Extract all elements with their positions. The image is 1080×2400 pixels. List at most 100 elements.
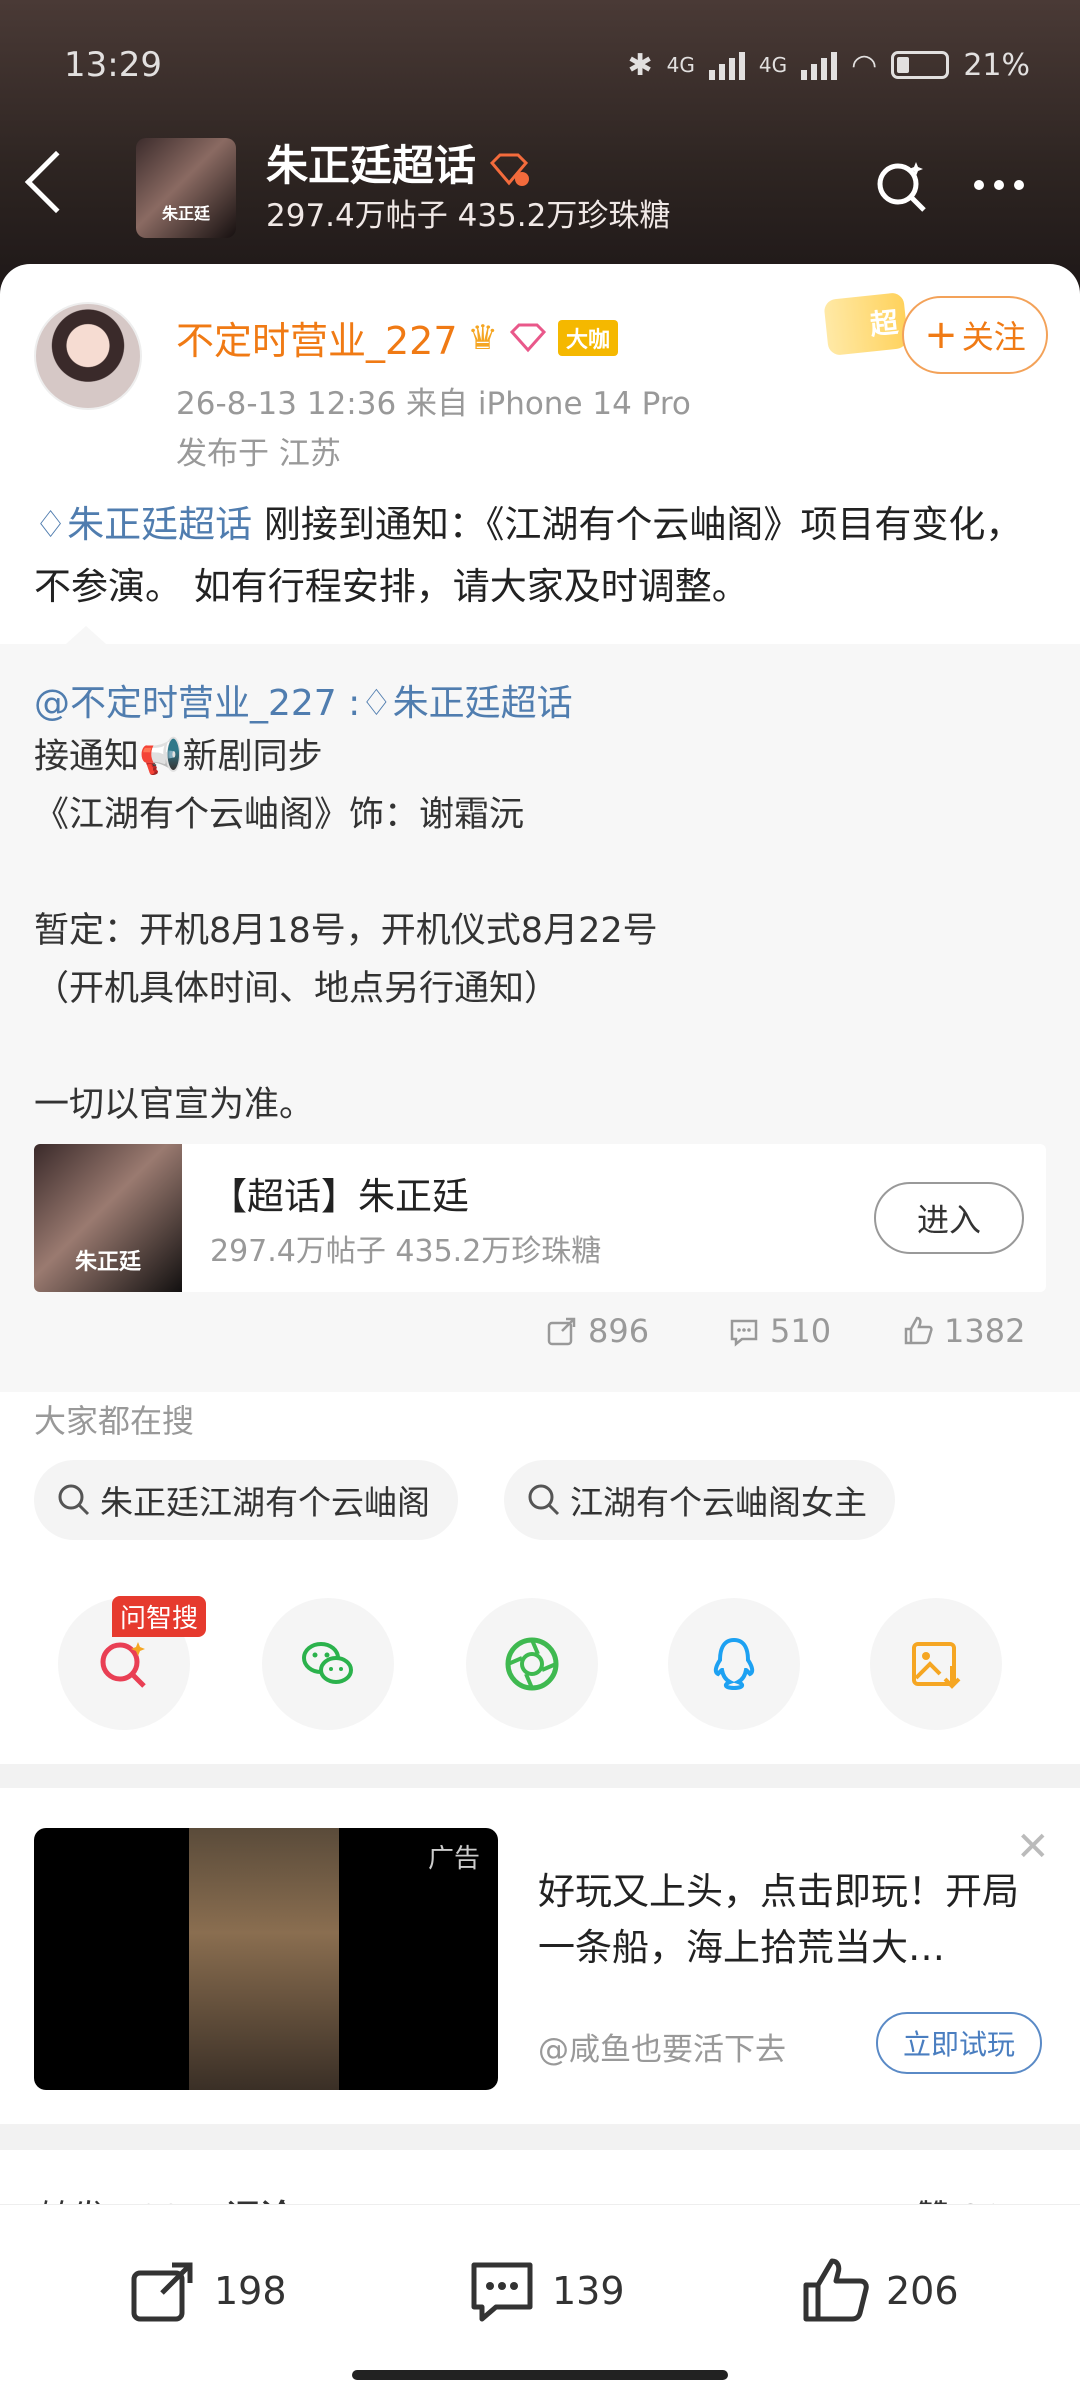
retweet-repost[interactable]: 896 [546,1312,649,1350]
ad-author: @咸鱼也要活下去 [538,2032,786,2068]
page-subtitle: 297.4万帖子 435.2万珍珠糖 [266,198,671,234]
back-icon[interactable] [24,150,88,214]
expert-badge: 大咖 [558,319,619,356]
comment-icon [730,1319,758,1347]
like-icon [904,1316,933,1345]
ad-text[interactable]: 好玩又上头，点击即玩！开局一条船，海上拾荒当大… [538,1864,1038,1976]
avatar[interactable] [34,302,142,410]
title-text: 朱正廷超话 [266,141,477,190]
like-count: 206 [886,2269,959,2313]
supertopic-card-title: 【超话】朱正廷 [210,1175,469,1218]
home-indicator[interactable] [352,2370,728,2380]
wifi-icon: ◠ [851,47,878,83]
diamond-icon: ♢ [360,683,393,724]
page-title: 朱正廷超话 [266,132,530,193]
repost-count: 896 [588,1312,650,1350]
retweet-line: （开机具体时间、地点另行通知） [34,969,560,1009]
search-chip[interactable]: 朱正廷江湖有个云岫阁 [34,1460,458,1540]
level-gem-icon [488,148,530,186]
retweet-line: 暂定：开机8月18号，开机仪式8月22号 [34,911,658,951]
comment-count: 510 [770,1312,832,1350]
retweet-line: 接通知📢新剧同步 [34,737,323,777]
retweet-like[interactable]: 1382 [902,1312,1025,1350]
retweet-block[interactable]: @不定时营业_227 :♢朱正廷超话 接通知📢新剧同步 《江湖有个云岫阁》饰：谢… [0,626,1080,1392]
retweet-header[interactable]: @不定时营业_227 :♢朱正廷超话 [34,674,573,726]
repost-icon [547,1317,576,1346]
retweet-comment[interactable]: 510 [728,1312,831,1350]
retweet-sep: : [336,683,361,724]
try-now-button[interactable]: 立即试玩 [876,2012,1042,2074]
clock: 13:29 [64,45,162,85]
search-icon[interactable] [872,156,932,216]
cover-text: 朱正廷 [161,204,210,223]
more-icon[interactable] [974,180,1024,190]
qq-icon [713,1637,755,1691]
post-text: ♢朱正廷超话 刚接到通知：《江湖有个云岫阁》项目有变化，不参演。 如有行程安排，… [34,494,1044,618]
diamond-icon: ♢ [34,503,68,546]
retweet-text: 接通知📢新剧同步 《江湖有个云岫阁》饰：谢霜沅 暂定：开机8月18号，开机仪式8… [34,728,658,1134]
battery-level: 21% [963,47,1030,83]
search-icon [528,1484,560,1516]
network-label-2: 4G [758,53,788,77]
comment-count: 139 [552,2269,625,2313]
repost-count: 198 [214,2269,287,2313]
ask-search-icon [100,1642,146,1688]
topic-text: 朱正廷超话 [67,503,253,546]
ask-search-tag: 问智搜 [112,1596,207,1637]
qq-share-button[interactable] [668,1598,800,1730]
follow-label: 关注 [961,318,1026,356]
like-button[interactable]: 206 [800,2255,959,2327]
bluetooth-icon: ✱ [627,47,653,83]
like-count: 1382 [944,1312,1026,1350]
supertopic-card[interactable]: 朱正廷 【超话】朱正廷 297.4万帖子 435.2万珍珠糖 进入 [34,1144,1046,1292]
battery-icon [891,51,950,79]
repost-button[interactable]: 198 [128,2255,287,2327]
moments-share-button[interactable] [466,1598,598,1730]
retweet-topic[interactable]: 朱正廷超话 [393,683,573,724]
post-author[interactable]: 不定时营业_227 ♛ 大咖 [176,310,619,365]
follow-button[interactable]: + 关注 [902,296,1048,374]
status-bar: 13:29 ✱ 4G 4G ◠ 21% [64,40,1030,90]
vip-gem-icon [509,323,547,352]
ad-scene-image [189,1828,339,2090]
search-chip-label: 江湖有个云岫阁女主 [570,1483,867,1522]
username[interactable]: 不定时营业_227 [176,310,458,365]
supertopic-card-stats: 297.4万帖子 435.2万珍珠糖 [210,1234,602,1269]
retweet-user[interactable]: @不定时营业_227 [34,683,337,724]
search-chip[interactable]: 江湖有个云岫阁女主 [504,1460,895,1540]
enter-button[interactable]: 进入 [874,1182,1024,1254]
wechat-icon [302,1642,353,1684]
trending-search-title: 大家都在搜 [34,1402,195,1440]
retweet-line: 《江湖有个云岫阁》饰：谢霜沅 [34,795,525,835]
header-bar: 13:29 ✱ 4G 4G ◠ 21% 朱正廷 朱正廷超话 297.4万帖子 4… [0,0,1080,300]
topic-link[interactable]: ♢朱正廷超话 [34,503,252,546]
save-image-icon [912,1642,961,1689]
signal-icon-2 [801,50,838,80]
ad-label: 广告 [427,1844,480,1874]
repost-icon [131,2262,193,2322]
like-icon [803,2258,869,2322]
search-chip-label: 朱正廷江湖有个云岫阁 [100,1483,430,1522]
supertopic-card-cover: 朱正廷 [34,1144,182,1292]
supertopic-deco: 超 [823,291,909,357]
ad-card[interactable]: 广告 ✕ 好玩又上头，点击即玩！开局一条船，海上拾荒当大… @咸鱼也要活下去 立… [0,1788,1080,2124]
cover-text: 朱正廷 [74,1250,141,1275]
save-image-button[interactable] [870,1598,1002,1730]
status-icons: ✱ 4G 4G ◠ 21% [628,48,1030,83]
plus-icon: + [924,312,958,358]
wechat-share-button[interactable] [262,1598,394,1730]
signal-icon [708,50,745,80]
search-icon [58,1484,90,1516]
network-label: 4G [666,53,695,77]
comment-button[interactable]: 139 [466,2255,625,2327]
post-location: 发布于 江苏 [176,436,341,472]
supertopic-cover[interactable]: 朱正廷 [136,138,236,238]
retweet-line: 一切以官宣为准。 [34,1085,315,1125]
moments-icon [505,1637,559,1691]
comment-icon [471,2262,533,2322]
post-time-source: 26-8-13 12:36 来自 iPhone 14 Pro [176,386,691,422]
crown-icon: ♛ [467,317,499,358]
ad-image[interactable]: 广告 [34,1828,498,2090]
